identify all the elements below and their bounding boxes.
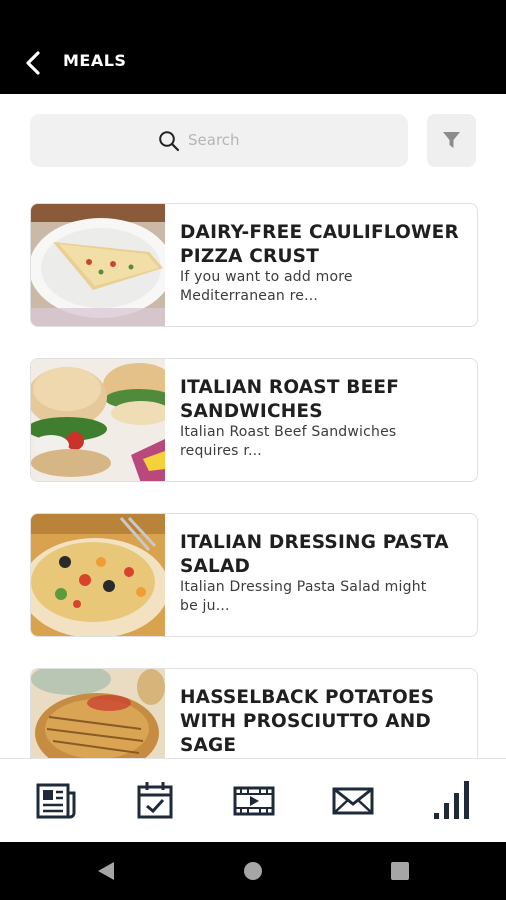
back-triangle-icon[interactable] bbox=[96, 861, 116, 881]
meal-card[interactable]: HASSELBACK POTATOES WITH PROSCIUTTO AND … bbox=[30, 668, 478, 768]
nav-video-button[interactable] bbox=[232, 779, 276, 823]
nav-calendar-button[interactable] bbox=[133, 779, 177, 823]
bottom-navigation bbox=[0, 758, 506, 842]
system-navigation-bar bbox=[0, 842, 506, 900]
search-input[interactable]: Search bbox=[30, 114, 408, 167]
meal-thumbnail bbox=[31, 514, 165, 636]
search-placeholder: Search bbox=[188, 131, 240, 149]
meal-title: DAIRY-FREE CAULIFLOWER PIZZA CRUST bbox=[180, 222, 459, 267]
meal-card[interactable]: ITALIAN DRESSING PASTA SALAD Italian Dre… bbox=[30, 513, 478, 637]
meal-description: Italian Roast Beef Sandwiches requires r… bbox=[180, 424, 397, 459]
meal-title: ITALIAN ROAST BEEF SANDWICHES bbox=[180, 377, 400, 422]
video-icon bbox=[233, 786, 275, 816]
meal-card[interactable]: ITALIAN ROAST BEEF SANDWICHES Italian Ro… bbox=[30, 358, 478, 482]
top-app-bar: MEALS bbox=[0, 0, 506, 94]
home-circle-icon[interactable] bbox=[243, 861, 263, 881]
nav-mail-button[interactable] bbox=[331, 779, 375, 823]
back-button[interactable] bbox=[18, 48, 48, 78]
meal-description: If you want to add more Mediterranean re… bbox=[180, 269, 353, 304]
filter-icon bbox=[443, 132, 460, 148]
news-icon bbox=[36, 783, 76, 819]
meal-title: ITALIAN DRESSING PASTA SALAD bbox=[180, 532, 449, 577]
nav-news-button[interactable] bbox=[34, 779, 78, 823]
meal-thumbnail bbox=[31, 204, 165, 326]
filter-button[interactable] bbox=[427, 114, 476, 167]
calendar-check-icon bbox=[137, 782, 173, 819]
mail-icon bbox=[332, 787, 374, 815]
stats-icon bbox=[434, 781, 469, 819]
page-title: MEALS bbox=[63, 51, 127, 70]
nav-stats-button[interactable] bbox=[430, 779, 474, 823]
recents-square-icon[interactable] bbox=[390, 861, 410, 881]
meal-thumbnail bbox=[31, 359, 165, 481]
meal-card[interactable]: DAIRY-FREE CAULIFLOWER PIZZA CRUST If yo… bbox=[30, 203, 478, 327]
chevron-left-icon bbox=[26, 51, 40, 75]
meal-thumbnail bbox=[31, 669, 165, 767]
meal-title: HASSELBACK POTATOES WITH PROSCIUTTO AND … bbox=[180, 687, 435, 756]
search-icon bbox=[159, 131, 180, 152]
meal-description: Italian Dressing Pasta Salad might be ju… bbox=[180, 579, 427, 614]
